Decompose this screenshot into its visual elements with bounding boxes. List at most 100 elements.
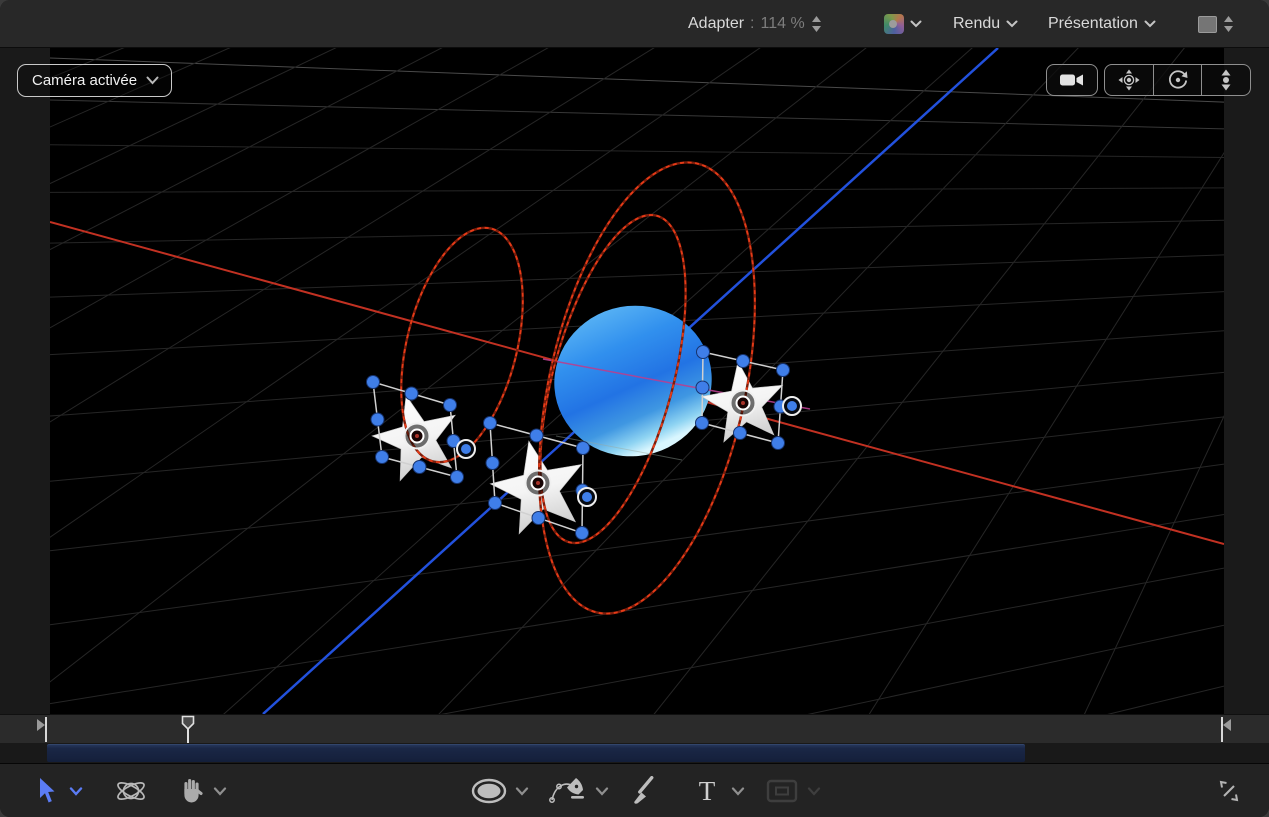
camera-active-label: Caméra activée [32, 72, 137, 89]
canvas-layout-control[interactable] [1198, 0, 1234, 48]
selection-handle[interactable] [376, 451, 389, 464]
selection-handle[interactable] [371, 413, 384, 426]
zoom-level-control[interactable]: Adapter : 114 % [688, 0, 822, 48]
selection-handle[interactable] [532, 512, 545, 525]
swatch-dot [889, 20, 897, 28]
grid-line [1011, 48, 1224, 714]
select-tool-menu[interactable] [66, 764, 86, 817]
zoom-level-label: Adapter [688, 15, 744, 33]
grid-line [50, 568, 1224, 714]
orbit-view-button[interactable] [1153, 65, 1202, 95]
hand-icon [180, 777, 205, 805]
render-menu[interactable]: Rendu [953, 0, 1018, 48]
paint-tool-button[interactable] [628, 764, 664, 817]
anchor-target-dot [741, 401, 745, 405]
path-point-handle[interactable] [787, 401, 797, 411]
selection-handle[interactable] [530, 429, 543, 442]
grid-line [50, 255, 1224, 297]
selection-handle[interactable] [734, 427, 747, 440]
render-menu-label: Rendu [953, 15, 1000, 33]
chevron-down-icon [146, 76, 159, 85]
bezier-pen-icon [549, 776, 589, 806]
pan-hand-tool-button[interactable] [177, 764, 207, 817]
mask-tool-button-disabled [764, 764, 800, 817]
color-swatch-control[interactable] [884, 0, 922, 48]
selection-handle[interactable] [696, 417, 709, 430]
pan-hand-tool-menu[interactable] [210, 764, 230, 817]
selection-handle[interactable] [737, 355, 750, 368]
grid-line [50, 686, 1224, 714]
dolly-view-icon [1216, 69, 1236, 91]
view-menu-label: Présentation [1048, 15, 1138, 33]
anchor-target-dot [415, 434, 419, 438]
canvas-3d-view[interactable] [50, 48, 1224, 714]
up-down-stepper-icon[interactable] [811, 16, 822, 32]
chevron-down-icon [213, 787, 227, 796]
text-tool-menu[interactable] [728, 764, 748, 817]
rectangle-mask-icon [766, 779, 798, 803]
transform-3d-icon [114, 776, 148, 806]
out-point-marker[interactable] [1221, 717, 1231, 742]
anchor-target-dot [536, 481, 540, 485]
zoom-separator: : [750, 15, 754, 33]
gradient-color-swatch[interactable] [884, 14, 904, 34]
chevron-down-icon [595, 787, 609, 796]
ellipse-shape-icon [471, 778, 507, 804]
canvas-right-margin [1224, 48, 1269, 714]
selection-handle[interactable] [413, 461, 426, 474]
selection-handle[interactable] [444, 399, 457, 412]
chevron-down-icon [1006, 20, 1018, 28]
path-point-handle[interactable] [461, 444, 471, 454]
selection-handle[interactable] [777, 364, 790, 377]
selection-handle[interactable] [486, 457, 499, 470]
grid-line [50, 514, 1224, 703]
camcorder-icon [1059, 71, 1085, 89]
selection-handle[interactable] [577, 442, 590, 455]
chevron-down-icon[interactable] [910, 20, 922, 28]
transform-3d-tool-button[interactable] [113, 764, 149, 817]
up-down-stepper-icon[interactable] [1223, 16, 1234, 32]
shape-tool-button[interactable] [470, 764, 508, 817]
selection-handle[interactable] [484, 417, 497, 430]
mini-timeline-ruler[interactable] [0, 714, 1269, 743]
grid-line [50, 220, 1224, 243]
select-tool-button[interactable] [33, 764, 61, 817]
selection-handle[interactable] [405, 387, 418, 400]
chevron-down-icon [731, 787, 745, 796]
mini-timeline-track[interactable] [0, 743, 1269, 763]
camera-view-tools [1104, 64, 1251, 96]
selection-handle[interactable] [576, 527, 589, 540]
selection-handle[interactable] [451, 471, 464, 484]
pan-view-button[interactable] [1105, 65, 1153, 95]
toggle-fullview-button[interactable] [1212, 764, 1246, 817]
grid-line [50, 100, 1224, 129]
selection-handle[interactable] [367, 376, 380, 389]
selection-handle[interactable] [772, 437, 785, 450]
motion-app-window: Adapter : 114 % Rendu Présentation [0, 0, 1269, 817]
in-point-marker[interactable] [37, 717, 47, 742]
timeline-duration-bar[interactable] [47, 744, 1025, 762]
mask-tool-menu-disabled [804, 764, 824, 817]
path-point-handle[interactable] [582, 492, 592, 502]
zoom-level-value[interactable]: 114 % [761, 15, 805, 33]
selection-handle[interactable] [697, 346, 710, 359]
selection-handle[interactable] [696, 381, 709, 394]
text-tool-icon: T [699, 776, 716, 807]
orbit-view-icon [1167, 69, 1189, 91]
pen-tool-button[interactable] [548, 764, 590, 817]
playhead-pin[interactable] [183, 717, 194, 745]
selection-handle[interactable] [489, 497, 502, 510]
expand-diagonal-icon [1216, 778, 1242, 804]
camcorder-button[interactable] [1046, 64, 1098, 96]
chevron-down-icon [1144, 20, 1156, 28]
grid-line [289, 48, 1224, 714]
select-arrow-icon [38, 778, 57, 804]
pen-tool-menu[interactable] [592, 764, 612, 817]
camera-active-dropdown[interactable]: Caméra activée [17, 64, 172, 97]
canvas-left-margin [0, 48, 50, 714]
bottom-toolbar: T [0, 763, 1269, 817]
text-tool-button[interactable]: T [694, 764, 720, 817]
dolly-view-button[interactable] [1201, 65, 1250, 95]
view-menu[interactable]: Présentation [1048, 0, 1156, 48]
shape-tool-menu[interactable] [512, 764, 532, 817]
